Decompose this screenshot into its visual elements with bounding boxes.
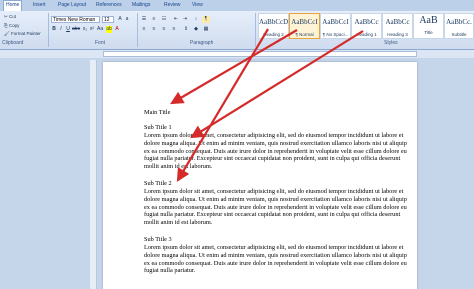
arrow-to-subtitle-1 [190,30,364,139]
arrow-to-main-title [170,29,298,105]
arrow-to-subtitle-2 [176,28,269,182]
annotation-arrows [170,28,364,182]
